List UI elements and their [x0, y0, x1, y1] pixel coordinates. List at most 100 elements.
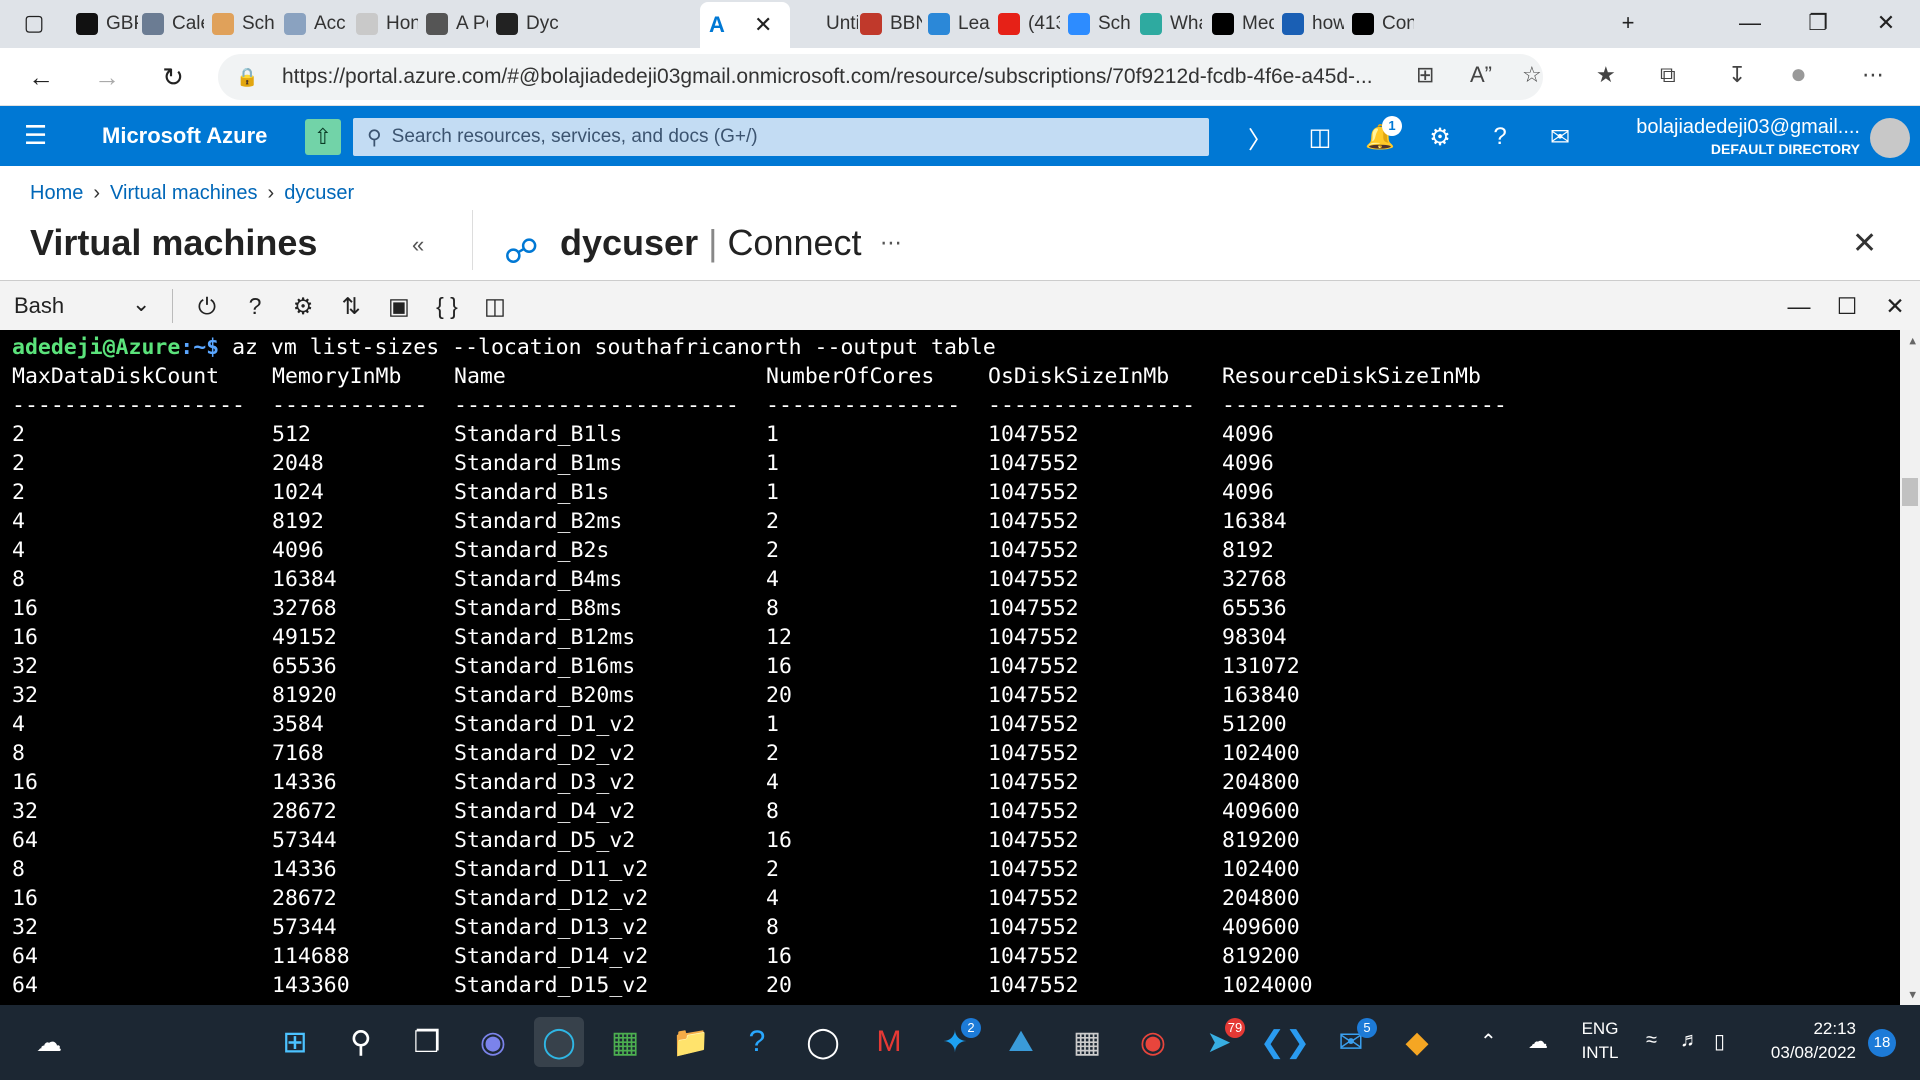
table-cell: 1047552 — [988, 828, 1079, 853]
browser-tab[interactable]: A Pe — [420, 4, 488, 44]
help-icon[interactable]: ? — [1480, 120, 1520, 154]
feedback-icon[interactable]: ✉ — [1540, 120, 1580, 154]
mcafee-icon[interactable]: M — [864, 1017, 914, 1067]
search-icon[interactable]: ⚲ — [336, 1017, 386, 1067]
azure-search-input[interactable]: ⚲ Search resources, services, and docs (… — [353, 118, 1209, 156]
breadcrumb-virtual-machines[interactable]: Virtual machines — [110, 182, 257, 205]
clock[interactable]: 22:13 03/08/2022 — [1756, 1019, 1856, 1063]
back-icon[interactable]: ← — [20, 56, 62, 98]
calculator-icon[interactable]: ▦ — [1062, 1017, 1112, 1067]
read-aloud-icon[interactable]: A” — [1470, 62, 1492, 88]
browser-tab[interactable]: GBP — [70, 4, 138, 44]
address-bar[interactable]: 🔒 https://portal.azure.com/#@bolajiadede… — [218, 54, 1543, 100]
upgrade-icon[interactable]: ⇧ — [305, 119, 341, 155]
close-window-icon[interactable]: ✕ — [1856, 0, 1916, 46]
file-explorer-icon[interactable]: 📁 — [666, 1017, 716, 1067]
breadcrumb-dycuser[interactable]: dycuser — [284, 182, 354, 205]
refresh-icon[interactable]: ↻ — [152, 56, 194, 98]
browser-tab[interactable]: Schu — [1062, 4, 1130, 44]
table-cell: 2 — [766, 857, 779, 882]
azure-brand[interactable]: Microsoft Azure — [102, 123, 267, 149]
scroll-thumb[interactable] — [1902, 478, 1918, 506]
browser-tab[interactable]: Schu — [206, 4, 274, 44]
close-shell-icon[interactable]: ✕ — [1878, 291, 1912, 321]
get-help-icon[interactable]: ? — [732, 1017, 782, 1067]
volume-icon[interactable]: ♬ — [1680, 1029, 1700, 1052]
git-icon[interactable]: ◆ — [1392, 1017, 1442, 1067]
restart-power-icon[interactable]: ⏻ — [190, 291, 224, 321]
web-preview-icon[interactable]: ◫ — [478, 291, 512, 321]
browser-tab[interactable]: Acc — [278, 4, 346, 44]
open-new-session-icon[interactable]: ▣ — [382, 291, 416, 321]
editor-braces-icon[interactable]: { } — [430, 291, 464, 321]
chevron-down-icon[interactable]: ⌄ — [132, 291, 150, 317]
browser-tab[interactable]: how — [1276, 4, 1344, 44]
chrome-icon[interactable]: ◉ — [1128, 1017, 1178, 1067]
browser-tab[interactable]: Dyc — [490, 4, 558, 44]
cloud-shell-icon[interactable]: 〉 — [1240, 120, 1280, 154]
battery-icon[interactable]: ▯ — [1714, 1029, 1725, 1054]
browser-tab[interactable]: Med — [1206, 4, 1274, 44]
close-pane-icon[interactable]: ✕ — [1852, 226, 1877, 261]
task-view-icon[interactable]: ❐ — [402, 1017, 452, 1067]
app-available-icon[interactable]: ⊞ — [1416, 62, 1434, 88]
avatar[interactable] — [1870, 118, 1910, 158]
url-text[interactable]: https://portal.azure.com/#@bolajiadedeji… — [282, 65, 1382, 89]
favorites-icon[interactable]: ★ — [1596, 62, 1616, 88]
photos-icon[interactable]: ⛰ — [996, 1017, 1046, 1067]
profile-avatar-icon[interactable]: ● — [1790, 58, 1807, 90]
edge-icon[interactable]: ◯ — [534, 1017, 584, 1067]
table-cell: 204800 — [1222, 886, 1300, 911]
browser-tab[interactable]: Hon — [350, 4, 418, 44]
more-icon[interactable]: ⋯ — [880, 230, 902, 256]
forward-icon[interactable]: → — [86, 56, 128, 98]
notification-center-badge[interactable]: 18 — [1868, 1029, 1896, 1057]
tab-actions-icon[interactable]: ▢ — [6, 0, 62, 46]
settings-icon[interactable]: ⚙ — [1420, 120, 1460, 154]
downloads-icon[interactable]: ↧ — [1728, 62, 1746, 88]
minimize-window-icon[interactable]: — — [1720, 0, 1780, 46]
weather-icon[interactable]: ☁ — [24, 1017, 74, 1067]
account-info[interactable]: bolajiadedeji03@gmail.... DEFAULT DIRECT… — [1636, 116, 1860, 157]
restore-window-icon[interactable]: ❐ — [1788, 0, 1848, 46]
new-tab-icon[interactable]: + — [1598, 0, 1658, 46]
scroll-down-icon[interactable]: ▼ — [1909, 988, 1916, 1001]
browser-tab[interactable]: Wha — [1134, 4, 1202, 44]
browser-tab[interactable]: Cale — [136, 4, 204, 44]
close-tab-icon[interactable]: ✕ — [754, 12, 772, 38]
github-desktop-icon[interactable]: ◯ — [798, 1017, 848, 1067]
upload-download-icon[interactable]: ⇅ — [334, 291, 368, 321]
table-cell: 64 — [12, 828, 38, 853]
breadcrumb-home[interactable]: Home — [30, 182, 83, 205]
table-cell: 1047552 — [988, 538, 1079, 563]
language-indicator[interactable]: ENG INTL — [1578, 1019, 1622, 1063]
browser-tab[interactable]: Lear — [922, 4, 990, 44]
browser-tab[interactable]: Unti — [790, 4, 858, 44]
terminal-scrollbar[interactable]: ▲ ▼ — [1900, 330, 1920, 1005]
settings-icon[interactable]: ⚙ — [286, 291, 320, 321]
maximize-shell-icon[interactable]: ☐ — [1830, 291, 1864, 321]
teams-chat-icon[interactable]: ◉ — [468, 1017, 518, 1067]
scroll-up-icon[interactable]: ▲ — [1909, 334, 1916, 347]
browser-tab[interactable]: (413 — [992, 4, 1060, 44]
onedrive-icon[interactable]: ☁ — [1528, 1029, 1548, 1054]
directory-filter-icon[interactable]: ◫ — [1300, 120, 1340, 154]
tab-azure-active[interactable]: A ✕ — [700, 2, 790, 48]
browser-tab[interactable]: Con — [1346, 4, 1414, 44]
start-icon[interactable]: ⊞ — [270, 1017, 320, 1067]
pane-divider — [472, 210, 473, 270]
vscode-icon[interactable]: ❮❯ — [1260, 1017, 1310, 1067]
wifi-icon[interactable]: ≈ — [1646, 1029, 1657, 1052]
shell-type-select[interactable]: Bash — [14, 293, 64, 319]
minimize-shell-icon[interactable]: — — [1782, 291, 1816, 321]
portal-menu-icon[interactable]: ☰ — [24, 120, 47, 151]
browser-tab[interactable]: BBN — [854, 4, 922, 44]
show-hidden-icons-icon[interactable]: ⌃ — [1480, 1029, 1497, 1054]
collections-icon[interactable]: ⧉ — [1660, 62, 1676, 88]
help-icon[interactable]: ? — [238, 291, 272, 321]
add-favorite-icon[interactable]: ☆ — [1522, 62, 1542, 88]
terminal[interactable]: adedeji@Azure:~$ az vm list-sizes --loca… — [0, 330, 1920, 1005]
store-icon[interactable]: ▦ — [600, 1017, 650, 1067]
collapse-icon[interactable]: « — [412, 232, 424, 258]
more-options-icon[interactable]: ⋯ — [1862, 62, 1884, 88]
